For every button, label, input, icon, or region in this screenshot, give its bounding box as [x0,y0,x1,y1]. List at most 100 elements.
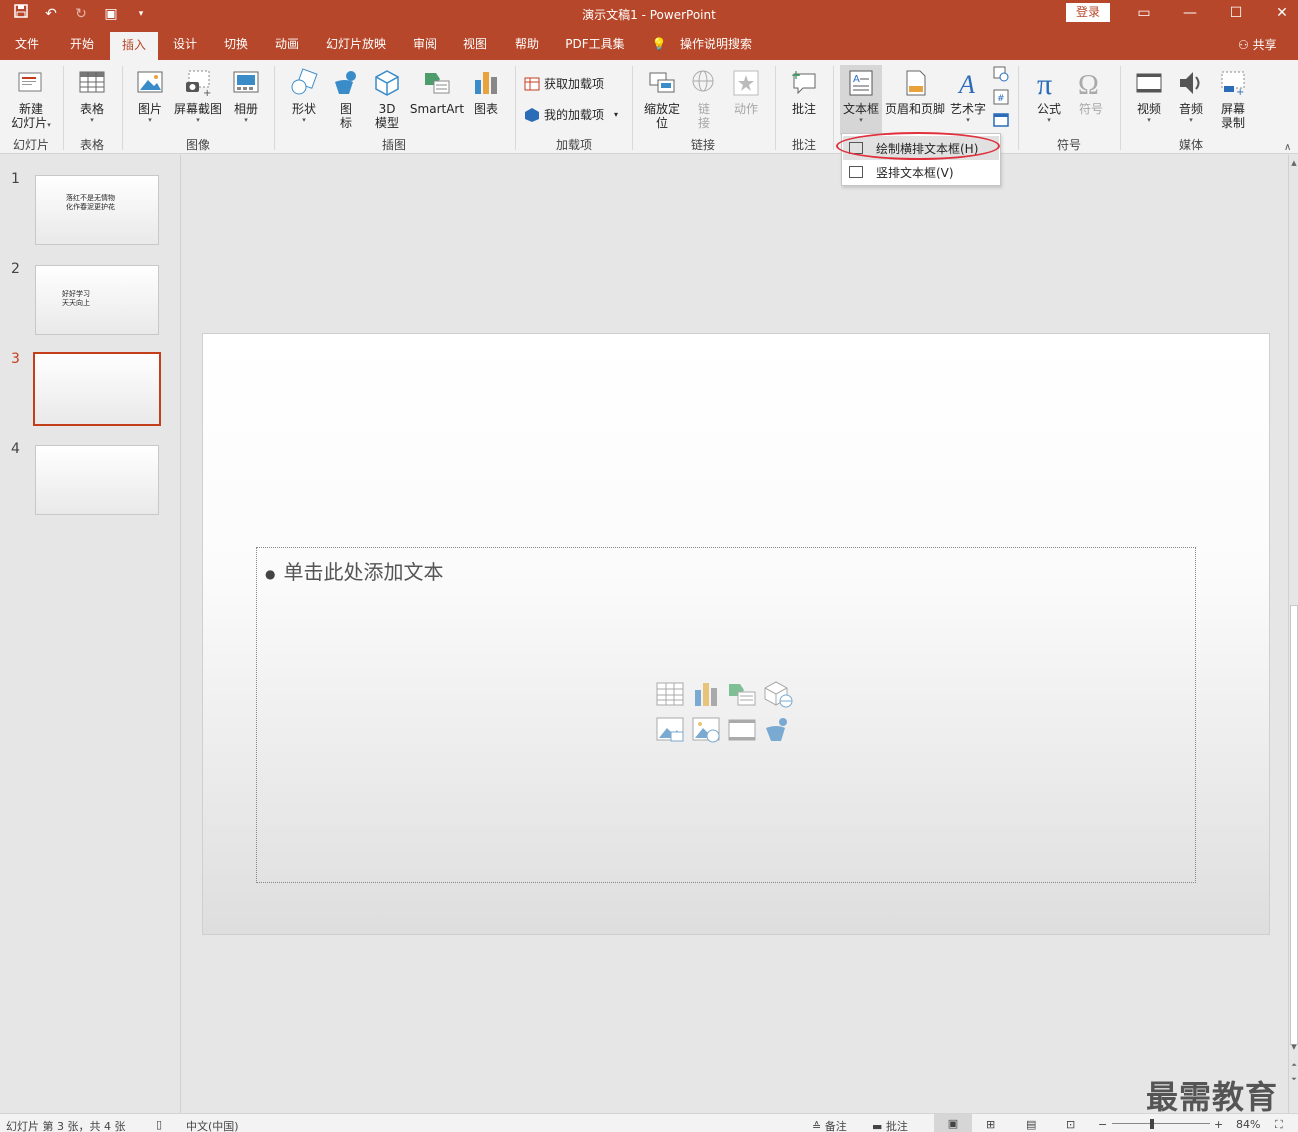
fit-slide-icon[interactable]: ⛶ [1275,1118,1283,1132]
insert-video-icon[interactable] [727,716,757,744]
slide-number: 2 [11,261,20,277]
tab-help[interactable]: 帮助 [504,28,550,60]
new-slide-button[interactable]: 新建 幻灯片▾ [6,68,56,130]
scrollbar-thumb[interactable] [1290,605,1298,1045]
tab-home[interactable]: 开始 [58,28,106,60]
slide-thumbnail-3[interactable] [33,352,161,426]
tab-insert[interactable]: 插入 [110,32,158,60]
normal-view-icon[interactable]: ▣ [934,1114,972,1132]
reading-view-icon[interactable]: ▤ [1026,1118,1036,1131]
slide-editor: 单击此处添加文本 [182,155,1288,1113]
action-button[interactable]: 动作 [726,68,766,116]
wordart-button[interactable]: A 艺术字 ▾ [948,68,988,124]
share-button[interactable]: ⚇ 共享 [1238,36,1277,53]
login-button[interactable]: 登录 [1066,3,1110,22]
zoom-slider-handle[interactable] [1150,1119,1154,1129]
wordart-icon: A [957,70,975,98]
new-comment-button[interactable]: + 批注 [784,68,824,116]
ribbon-insert: 新建 幻灯片▾ 幻灯片 表格 ▾ 表格 图片 ▾ + 屏幕截图 ▾ 相册 ▾ 图像 形状… [0,60,1298,154]
tab-design[interactable]: 设计 [162,28,208,60]
screenshot-icon: + [186,70,211,98]
icons-button[interactable]: 图 标 [328,68,364,130]
minimize-icon[interactable]: — [1170,2,1210,24]
accessibility-icon[interactable]: ▯ [156,1118,162,1131]
object-button[interactable] [992,112,1010,131]
ribbon-display-options-icon[interactable]: ▭ [1124,2,1164,24]
menu-item-vertical-textbox[interactable]: 竖排文本框(V) [843,160,999,184]
slide-thumbnail-4[interactable] [35,445,159,515]
insert-icons-icon[interactable] [763,716,793,744]
slide-number-button[interactable]: # [992,89,1010,108]
vertical-textbox-icon [849,166,863,178]
screen-recording-button[interactable]: + 屏幕 录制 [1214,68,1252,130]
slide-thumbnail-2[interactable]: 好好学习 天天向上 [35,265,159,335]
vertical-scrollbar[interactable]: ▲ ▼ ⏶ ⏷ [1288,155,1298,1113]
smartart-button[interactable]: SmartArt [408,68,466,116]
collapse-ribbon-icon[interactable]: ∧ [1284,142,1291,153]
zoom-icon [649,72,675,93]
svg-text:Ω: Ω [1078,70,1099,98]
insert-3d-model-icon[interactable] [763,680,793,708]
slide-sorter-icon[interactable]: ⊞ [986,1118,995,1131]
my-addins-button[interactable]: 我的加载项 ▾ [524,106,618,123]
video-button[interactable]: 视频 ▾ [1130,68,1168,124]
slideshow-icon[interactable]: ⊡ [1066,1118,1075,1131]
picture-icon [137,71,163,93]
pi-icon: π [1037,68,1052,98]
zoom-out-icon[interactable]: − [1098,1118,1107,1131]
content-placeholder[interactable]: 单击此处添加文本 [256,547,1196,883]
table-button[interactable]: 表格 ▾ [70,68,114,124]
group-label-tables: 表格 [79,138,104,152]
link-button[interactable]: 链 接 [686,68,722,130]
3d-models-button[interactable]: 3D 模型 [368,68,406,130]
chevron-down-icon: ▾ [1047,116,1051,124]
comments-button[interactable]: ▬ 批注 [872,1118,908,1132]
chart-button[interactable]: 图表 [468,68,504,116]
zoom-button[interactable]: 缩放定 位 [640,68,684,130]
equation-button[interactable]: π 公式 ▾ [1028,68,1070,124]
screenshot-button[interactable]: + 屏幕截图 ▾ [172,68,224,124]
tab-transitions[interactable]: 切换 [212,28,260,60]
close-icon[interactable]: ✕ [1262,2,1298,24]
insert-table-icon[interactable] [655,680,685,708]
photo-album-button[interactable]: 相册 ▾ [226,68,266,124]
notes-button[interactable]: ≙ 备注 [812,1118,847,1132]
tab-file[interactable]: 文件 [4,28,50,60]
textbox-button[interactable]: A 文本框 ▾ [840,65,882,135]
tab-pdf-tools[interactable]: PDF工具集 [560,28,630,60]
zoom-slider[interactable] [1112,1123,1210,1124]
smartart-icon [425,73,450,94]
insert-chart-icon[interactable] [691,680,721,708]
scroll-up-icon[interactable]: ▲ [1289,159,1298,167]
insert-online-picture-icon[interactable] [691,716,721,744]
tab-animations[interactable]: 动画 [264,28,310,60]
insert-picture-icon[interactable] [655,716,685,744]
zoom-in-icon[interactable]: + [1214,1118,1223,1131]
header-footer-button[interactable]: 页眉和页脚 [884,68,946,116]
get-addins-button[interactable]: 获取加载项 [524,75,604,92]
object-icon [993,113,1009,127]
action-star-icon [733,70,759,96]
previous-slide-icon[interactable]: ⏶ [1289,1061,1298,1070]
slide-thumbnail-panel: 1 落红不是无情物 化作春泥更护花 2 好好学习 天天向上 3 4 [0,155,181,1113]
language-status[interactable]: 中文(中国) [186,1118,239,1132]
symbol-button[interactable]: Ω 符号 [1072,68,1110,116]
slide-thumbnail-1[interactable]: 落红不是无情物 化作春泥更护花 [35,175,159,245]
picture-button[interactable]: 图片 ▾ [130,68,170,124]
current-slide[interactable]: 单击此处添加文本 [202,333,1270,935]
group-label-slides: 幻灯片 [12,138,49,152]
date-time-button[interactable] [992,66,1010,85]
shapes-button[interactable]: 形状 ▾ [284,68,324,124]
tab-view[interactable]: 视图 [452,28,498,60]
tell-me-search[interactable]: 操作说明搜索 [674,28,758,60]
next-slide-icon[interactable]: ⏷ [1289,1075,1298,1084]
tab-review[interactable]: 审阅 [402,28,448,60]
audio-button[interactable]: 音频 ▾ [1172,68,1210,124]
slide-number: 1 [11,171,20,187]
tab-slideshow[interactable]: 幻灯片放映 [318,28,394,60]
insert-smartart-icon[interactable] [727,680,757,708]
omega-icon: Ω [1078,70,1099,98]
scroll-down-icon[interactable]: ▼ [1289,1043,1298,1051]
zoom-level[interactable]: 84% [1236,1118,1260,1131]
maximize-icon[interactable]: ☐ [1216,2,1256,24]
